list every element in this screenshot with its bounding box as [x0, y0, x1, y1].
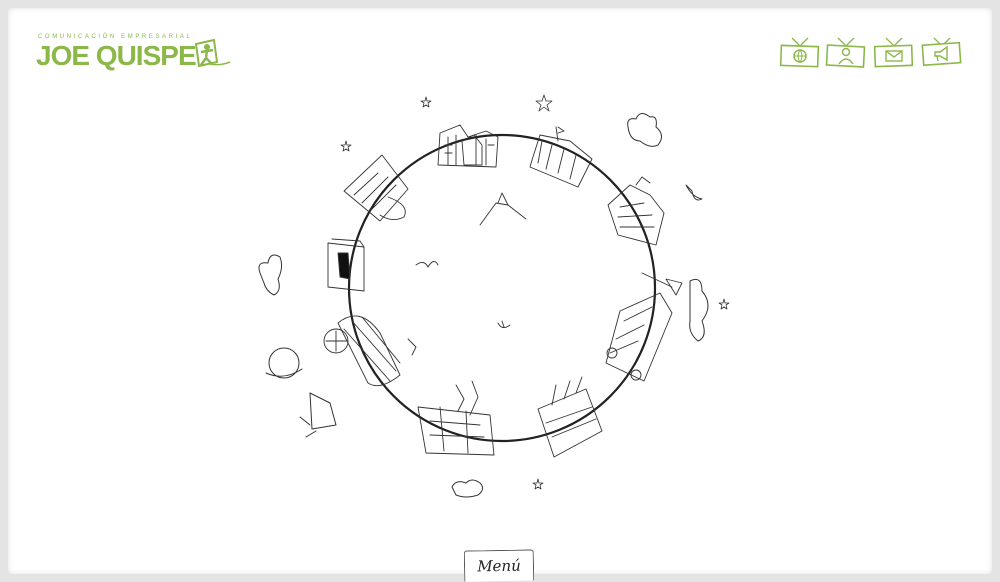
cloud-bottom	[451, 479, 484, 498]
megaphone-icon	[921, 37, 962, 67]
nav-contact[interactable]	[872, 36, 916, 70]
cloud-right	[689, 278, 709, 342]
cloud-top-right	[627, 113, 662, 147]
street-sign[interactable]	[641, 272, 683, 296]
apartment-tower[interactable]	[343, 154, 409, 222]
logo-figure-icon	[194, 38, 231, 68]
star-3	[340, 140, 352, 152]
bottom-houses[interactable]	[417, 380, 495, 456]
factory-building[interactable]	[537, 376, 603, 458]
star-1	[535, 94, 553, 112]
nav-about[interactable]	[824, 36, 868, 70]
globe-icon	[779, 37, 820, 68]
dark-building[interactable]	[327, 238, 365, 292]
logo[interactable]: COMUNICACIÓN EMPRESARIAL JOE QUISPE	[36, 34, 236, 74]
planet-circle	[347, 133, 657, 443]
small-arrow-sketch	[407, 338, 417, 356]
mail-icon	[873, 37, 914, 68]
bus-vehicle[interactable]	[605, 292, 673, 382]
star-4	[718, 298, 730, 310]
small-planet-astronaut[interactable]	[265, 347, 337, 438]
mountain-sketch	[479, 192, 527, 226]
nav-news[interactable]	[920, 36, 964, 70]
logo-name: JOE QUISPE	[36, 40, 197, 71]
nav-icons	[778, 36, 968, 72]
person-icon	[825, 37, 866, 68]
bird-sketch	[415, 261, 439, 268]
nav-globe[interactable]	[778, 36, 822, 70]
menu-label: Menú	[477, 556, 521, 576]
cloud-left	[258, 254, 283, 296]
planet-scene[interactable]	[240, 85, 760, 510]
bird-flying-right	[685, 184, 703, 201]
small-plant-sketch	[497, 320, 511, 328]
menu-tab[interactable]: Menú	[463, 549, 535, 582]
star-5	[532, 478, 544, 490]
star-2	[420, 96, 432, 108]
